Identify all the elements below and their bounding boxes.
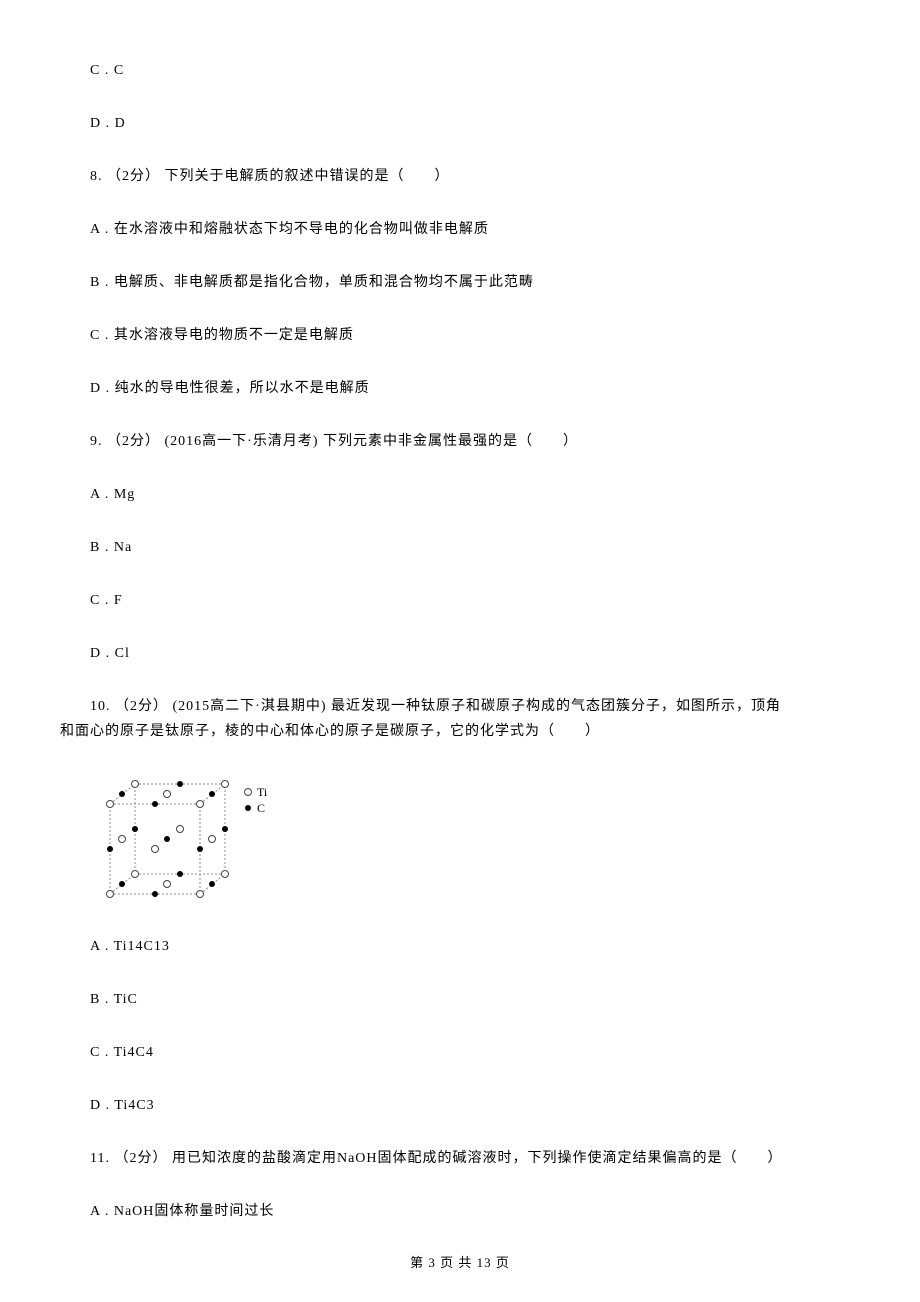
page-footer: 第 3 页 共 13 页 — [0, 1253, 920, 1273]
q10-option-a: A . Ti14C13 — [60, 936, 860, 957]
legend-c-label: C — [257, 801, 265, 815]
q10-diagram: Ti C — [90, 774, 860, 904]
cube-structure-icon: Ti C — [90, 774, 290, 904]
q7-option-d: D . D — [60, 113, 860, 134]
q10-option-c: C . Ti4C4 — [60, 1042, 860, 1063]
q10-stem-line2: 和面心的原子是钛原子，棱的中心和体心的原子是碳原子，它的化学式为（ ） — [60, 721, 860, 742]
q8-option-b: B . 电解质、非电解质都是指化合物，单质和混合物均不属于此范畴 — [60, 272, 860, 293]
q9-stem: 9. （2分） (2016高一下·乐清月考) 下列元素中非金属性最强的是（ ） — [60, 431, 860, 452]
q9-option-a: A . Mg — [60, 484, 860, 505]
q9-option-d: D . Cl — [60, 643, 860, 664]
q9-option-b: B . Na — [60, 537, 860, 558]
q8-option-c: C . 其水溶液导电的物质不一定是电解质 — [60, 325, 860, 346]
q10-option-d: D . Ti4C3 — [60, 1095, 860, 1116]
q11-stem: 11. （2分） 用已知浓度的盐酸滴定用NaOH固体配成的碱溶液时，下列操作使滴… — [60, 1148, 860, 1169]
q11-option-a: A . NaOH固体称量时间过长 — [60, 1201, 860, 1222]
q10-option-b: B . TiC — [60, 989, 860, 1010]
q8-option-a: A . 在水溶液中和熔融状态下均不导电的化合物叫做非电解质 — [60, 219, 860, 240]
page-container: C . C D . D 8. （2分） 下列关于电解质的叙述中错误的是（ ） A… — [0, 0, 920, 1302]
q8-stem: 8. （2分） 下列关于电解质的叙述中错误的是（ ） — [60, 166, 860, 187]
q9-option-c: C . F — [60, 590, 860, 611]
q7-option-c: C . C — [60, 60, 860, 81]
q8-option-d: D . 纯水的导电性很差，所以水不是电解质 — [60, 378, 860, 399]
legend-ti-label: Ti — [257, 785, 268, 799]
q10-stem-line1: 10. （2分） (2015高二下·淇县期中) 最近发现一种钛原子和碳原子构成的… — [60, 696, 860, 717]
